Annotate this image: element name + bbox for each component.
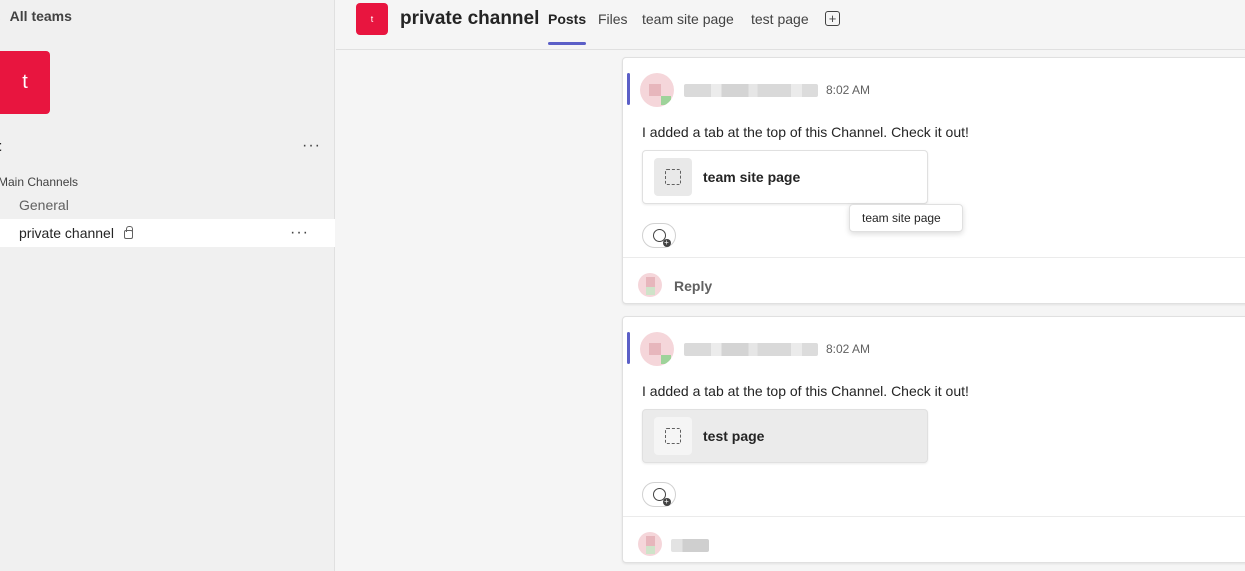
message-text: I added a tab at the top of this Channel…: [642, 124, 969, 140]
avatar: [638, 532, 662, 556]
tab-card[interactable]: team site page: [642, 150, 928, 204]
team-sidebar: ‹ All teams t st ··· Main Channels Gener…: [0, 0, 335, 571]
avatar[interactable]: [640, 332, 674, 366]
message-timestamp: 8:02 AM: [826, 342, 871, 356]
channel-more-options-button[interactable]: ···: [290, 224, 309, 242]
tab-posts[interactable]: Posts: [548, 11, 587, 45]
channels-section-label: Main Channels: [0, 175, 79, 189]
divider: [623, 257, 1245, 258]
author-name-redacted: [684, 84, 818, 97]
message-card: 8:02 AM I added a tab at the top of this…: [622, 316, 1245, 563]
channel-avatar: t: [356, 3, 388, 35]
message-card: 8:02 AM I added a tab at the top of this…: [622, 57, 1245, 304]
add-tab-icon[interactable]: +: [825, 11, 840, 26]
add-reaction-button[interactable]: [642, 482, 676, 507]
sidebar-item-private-channel[interactable]: private channel ···: [0, 219, 335, 247]
message-accent-bar: [627, 73, 630, 105]
team-more-options-button[interactable]: ···: [302, 137, 321, 155]
reply-button[interactable]: Reply: [674, 278, 712, 294]
avatar[interactable]: [640, 73, 674, 107]
tab-team-site-page[interactable]: team site page: [642, 11, 734, 45]
all-teams-label: All teams: [9, 8, 72, 24]
message-accent-bar: [627, 332, 630, 364]
lock-icon: [123, 225, 133, 239]
message-text: I added a tab at the top of this Channel…: [642, 383, 969, 399]
tab-placeholder-icon: [654, 158, 692, 196]
team-name: st: [0, 138, 1, 155]
all-teams-link[interactable]: ‹ All teams: [0, 6, 72, 26]
tab-files[interactable]: Files: [598, 11, 628, 45]
emoji-add-icon: [652, 488, 671, 506]
chevron-left-icon: ‹: [0, 8, 1, 24]
tab-card-title: team site page: [703, 169, 801, 185]
author-name-redacted: [684, 343, 818, 356]
channel-label: General: [19, 197, 69, 213]
tab-card-title: test page: [703, 428, 765, 444]
page-title: private channel: [400, 8, 540, 29]
tab-placeholder-icon: [654, 417, 692, 455]
avatar: [638, 273, 662, 297]
tab-test-page[interactable]: test page: [751, 11, 809, 45]
tab-card[interactable]: test page: [642, 409, 928, 463]
channel-label: private channel: [19, 225, 114, 241]
message-timestamp: 8:02 AM: [826, 83, 871, 97]
emoji-add-icon: [652, 229, 671, 247]
team-avatar: t: [0, 51, 50, 114]
channel-header: t private channel Posts Files team site …: [336, 0, 1245, 50]
sidebar-item-general[interactable]: General: [0, 191, 335, 219]
add-reaction-button[interactable]: [642, 223, 676, 248]
divider: [623, 516, 1245, 517]
tooltip: team site page: [849, 204, 963, 232]
reply-redacted: [671, 539, 709, 552]
